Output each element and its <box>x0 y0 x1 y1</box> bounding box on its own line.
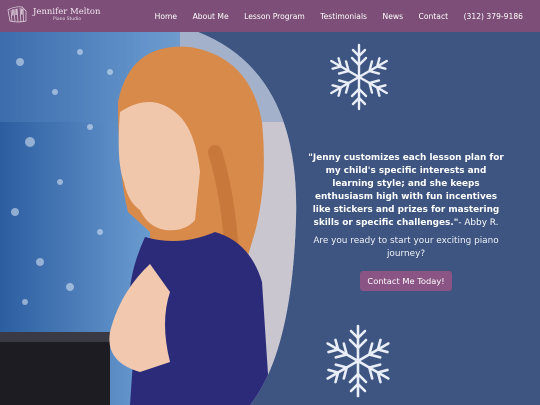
hero-photo <box>0 32 297 405</box>
top-nav: Jennifer Melton Piano Studio Home About … <box>0 0 540 32</box>
testimonial-quote: "Jenny customizes each lesson plan for m… <box>308 152 504 229</box>
snowflake-icon <box>322 324 394 398</box>
logo-subtitle: Piano Studio <box>53 17 81 22</box>
nav-about-link[interactable]: About Me <box>193 12 229 21</box>
cta-prompt: Are you ready to start your exciting pia… <box>313 236 499 260</box>
nav-news-link[interactable]: News <box>383 12 404 21</box>
quote-text: "Jenny customizes each lesson plan for m… <box>308 153 504 228</box>
snowflake-icon <box>326 43 392 111</box>
quote-author: - Abby R. <box>458 217 499 228</box>
contact-me-button[interactable]: Contact Me Today! <box>360 271 452 292</box>
piano-keys-logo-icon <box>7 6 27 23</box>
logo-name: Jennifer Melton <box>33 6 101 17</box>
nav-contact-link[interactable]: Contact <box>419 12 449 21</box>
site-logo[interactable]: Jennifer Melton Piano Studio <box>6 4 101 26</box>
nav-home-link[interactable]: Home <box>155 12 177 21</box>
testimonial-block: "Jenny customizes each lesson plan for m… <box>308 152 504 292</box>
main-menu: Home About Me Lesson Program Testimonial… <box>155 0 523 32</box>
nav-testimonials-link[interactable]: Testimonials <box>320 12 367 21</box>
nav-lesson-program-link[interactable]: Lesson Program <box>244 12 305 21</box>
hero-section: "Jenny customizes each lesson plan for m… <box>0 32 540 405</box>
nav-phone-link[interactable]: (312) 379-9186 <box>464 12 523 21</box>
